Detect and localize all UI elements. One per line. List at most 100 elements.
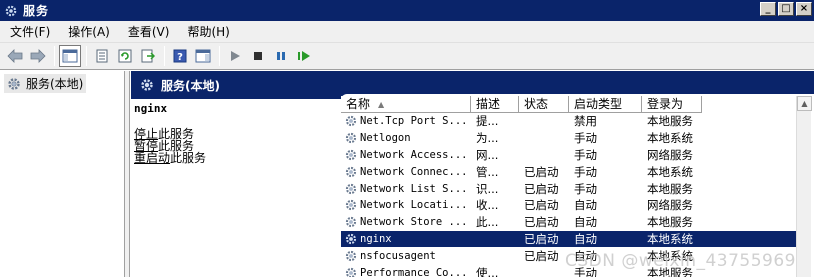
table-row[interactable]: Network Connec... 管... 已启动 手动 本地系统 xyxy=(341,163,801,180)
row-status: 已启动 xyxy=(524,248,559,263)
row-startup-type: 手动 xyxy=(574,131,597,146)
pane-splitter[interactable] xyxy=(125,71,130,277)
row-startup-type: 手动 xyxy=(574,181,597,196)
row-logon-as: 本地系统 xyxy=(647,164,693,179)
pause-icon xyxy=(277,52,285,60)
toolbar-separator xyxy=(54,46,55,66)
table-row[interactable]: Network Locati... 收... 已启动 自动 网络服务 xyxy=(341,197,801,214)
properties-button[interactable] xyxy=(91,45,113,67)
svg-text:?: ? xyxy=(177,52,183,63)
stop-icon xyxy=(254,52,262,60)
service-gear-icon xyxy=(345,116,357,127)
action-restart: 重启动此服务 xyxy=(134,152,206,164)
restart-icon xyxy=(298,51,310,61)
start-service-button[interactable] xyxy=(224,45,246,67)
row-status: 已启动 xyxy=(524,231,559,246)
action-suffix: 此服务 xyxy=(170,151,207,165)
back-button[interactable] xyxy=(4,45,26,67)
row-status: 已启动 xyxy=(524,164,559,179)
row-description: 此... xyxy=(476,215,499,230)
row-service-name: nginx xyxy=(341,232,471,246)
console-tree: 服务(本地) xyxy=(0,71,125,277)
column-header-description[interactable]: 描述 xyxy=(471,96,519,113)
row-service-name: Network Locati... xyxy=(341,198,471,212)
refresh-icon xyxy=(118,49,132,63)
column-header-status[interactable]: 状态 xyxy=(519,96,569,113)
row-name-text: Performance Co... xyxy=(360,266,468,277)
service-gear-icon xyxy=(345,200,357,211)
row-logon-as: 本地服务 xyxy=(647,215,693,230)
vertical-scrollbar[interactable]: ▲ xyxy=(796,96,812,277)
stop-service-button[interactable] xyxy=(247,45,269,67)
toolbar-separator xyxy=(219,46,220,66)
table-row[interactable]: Network Access... 网... 手动 网络服务 xyxy=(341,147,801,164)
tree-item-label: 服务(本地) xyxy=(26,77,84,91)
row-name-text: Network List S... xyxy=(360,182,468,195)
menu-view[interactable]: 查看(V) xyxy=(118,23,178,40)
restart-service-button[interactable] xyxy=(293,45,315,67)
row-startup-type: 自动 xyxy=(574,215,597,230)
table-row[interactable]: Network Store ... 此... 已启动 自动 本地服务 xyxy=(341,214,801,231)
forward-button[interactable] xyxy=(27,45,49,67)
service-gear-icon xyxy=(345,149,357,161)
maximize-button[interactable]: □ xyxy=(778,2,794,16)
pause-service-button[interactable] xyxy=(270,45,292,67)
menu-help[interactable]: 帮助(H) xyxy=(177,23,237,40)
services-gear-icon xyxy=(141,79,153,91)
row-logon-as: 本地系统 xyxy=(647,131,693,146)
service-gear-icon xyxy=(345,166,357,177)
show-hide-console-tree-button[interactable] xyxy=(59,45,81,67)
service-detail-pane: nginx 停止此服务 暂停此服务 重启动此服务 xyxy=(131,99,341,277)
table-row[interactable]: nginx 已启动 自动 本地系统 xyxy=(341,230,801,248)
row-name-text: nsfocusagent xyxy=(360,249,436,262)
close-button[interactable]: × xyxy=(796,2,812,16)
title-bar: 服务 _ □ × xyxy=(0,0,814,21)
row-logon-as: 网络服务 xyxy=(647,198,693,213)
row-logon-as: 网络服务 xyxy=(647,147,693,162)
main-pane-title: 服务(本地) xyxy=(161,78,220,93)
table-row[interactable]: Netlogon 为... 手动 本地系统 xyxy=(341,130,801,147)
row-name-text: nginx xyxy=(360,232,392,245)
column-header-name[interactable]: 名称 ▲ xyxy=(341,96,471,113)
refresh-button[interactable] xyxy=(114,45,136,67)
minimize-button[interactable]: _ xyxy=(760,2,776,16)
column-header-label: 名称 xyxy=(346,97,371,111)
show-hide-action-pane-button[interactable] xyxy=(192,45,214,67)
window-title: 服务 xyxy=(23,4,50,18)
table-row[interactable]: Net.Tcp Port S... 提... 禁用 本地服务 xyxy=(341,113,801,130)
row-logon-as: 本地系统 xyxy=(647,231,693,246)
row-service-name: nsfocusagent xyxy=(341,249,471,263)
service-gear-icon xyxy=(345,233,357,245)
service-gear-icon xyxy=(345,133,357,144)
toolbar-separator xyxy=(86,46,87,66)
forward-arrow-icon xyxy=(30,49,46,63)
column-header-startup-type[interactable]: 启动类型 xyxy=(569,96,642,113)
restart-service-link[interactable]: 重启动 xyxy=(134,151,170,165)
list-column-headers: 名称 ▲ 描述 状态 启动类型 登录为 xyxy=(341,96,814,113)
row-service-name: Network Access... xyxy=(341,148,471,162)
row-status: 已启动 xyxy=(524,181,559,196)
tree-item-services-local[interactable]: 服务(本地) xyxy=(4,74,87,93)
help-button[interactable]: ? xyxy=(169,45,191,67)
console-tree-icon xyxy=(62,49,78,63)
scroll-up-arrow-icon[interactable]: ▲ xyxy=(797,96,812,111)
watermark: CSDN @weixin_43755969 xyxy=(564,251,796,271)
row-startup-type: 禁用 xyxy=(574,114,597,129)
row-status: 已启动 xyxy=(524,215,559,230)
row-startup-type: 自动 xyxy=(574,231,597,246)
row-startup-type: 手动 xyxy=(574,147,597,162)
row-description: 管... xyxy=(476,164,499,179)
row-name-text: Network Connec... xyxy=(360,165,468,178)
row-name-text: Network Store ... xyxy=(360,216,468,229)
row-logon-as: 本地服务 xyxy=(647,114,693,129)
menu-action[interactable]: 操作(A) xyxy=(58,23,118,40)
export-list-button[interactable] xyxy=(137,45,159,67)
table-row[interactable]: Network List S... 识... 已启动 手动 本地服务 xyxy=(341,180,801,197)
help-icon: ? xyxy=(173,49,187,63)
column-header-logon-as[interactable]: 登录为 xyxy=(642,96,702,113)
row-service-name: Network Store ... xyxy=(341,215,471,229)
row-description: 使... xyxy=(476,265,499,277)
row-startup-type: 手动 xyxy=(574,164,597,179)
menu-file[interactable]: 文件(F) xyxy=(0,23,58,40)
row-name-text: Netlogon xyxy=(360,132,411,145)
